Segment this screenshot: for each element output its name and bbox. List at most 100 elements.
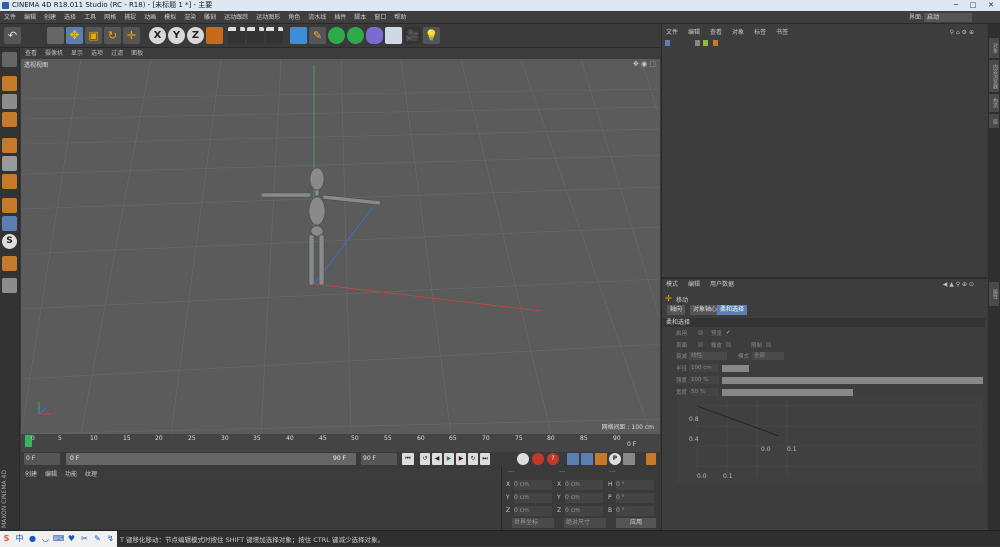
menu-snap[interactable]: 捕捉: [120, 11, 140, 24]
key-param-icon[interactable]: P: [609, 453, 621, 465]
menu-simulate[interactable]: 模拟: [160, 11, 180, 24]
ime-keyboard-icon[interactable]: ⌨: [52, 531, 65, 547]
make-editable-icon[interactable]: [2, 52, 17, 67]
start-frame-field[interactable]: 0 F: [66, 453, 356, 465]
tab-structure[interactable]: 构造: [989, 94, 999, 112]
viewport-menu-camera[interactable]: 摄像机: [41, 48, 67, 59]
strength-slider[interactable]: [722, 377, 983, 384]
tab-layers[interactable]: 层: [989, 114, 999, 128]
ime-chinese-icon[interactable]: 中: [13, 531, 26, 547]
deformer-icon[interactable]: [366, 27, 383, 44]
points-mode-icon[interactable]: [2, 138, 17, 153]
close-icon[interactable]: ✕: [983, 1, 999, 10]
menu-mograph[interactable]: 运动图形: [252, 11, 284, 24]
tab-content-browser[interactable]: 内容浏览器: [989, 60, 999, 92]
menu-plugins[interactable]: 插件: [330, 11, 350, 24]
restrict-checkbox[interactable]: [766, 342, 771, 347]
go-to-end-icon[interactable]: ⏭: [480, 453, 490, 465]
lock-workplane-icon[interactable]: [2, 256, 17, 271]
workplane-icon[interactable]: [2, 112, 17, 127]
ime-settings-icon[interactable]: ↯: [104, 531, 117, 547]
polygons-mode-icon[interactable]: [2, 174, 17, 189]
menu-mesh[interactable]: 网格: [100, 11, 120, 24]
ime-skin-icon[interactable]: ♥: [65, 531, 78, 547]
planar-workplane-icon[interactable]: [2, 278, 17, 293]
scale-icon[interactable]: ▣: [85, 27, 102, 44]
rubber-checkbox[interactable]: [726, 342, 731, 347]
menu-create[interactable]: 创建: [40, 11, 60, 24]
viewport-menu-view[interactable]: 查看: [21, 48, 41, 59]
mode-select[interactable]: 全部: [752, 352, 784, 360]
apply-button[interactable]: 应用: [616, 518, 656, 528]
menu-help[interactable]: 帮助: [390, 11, 410, 24]
width-field[interactable]: 50 %: [689, 388, 719, 396]
render-view-icon[interactable]: [228, 27, 245, 44]
play-icon[interactable]: ▶: [444, 453, 454, 465]
size-x-field[interactable]: 0 cm: [565, 480, 603, 490]
ime-tools-icon[interactable]: ✂: [78, 531, 91, 547]
menu-sculpt[interactable]: 雕刻: [200, 11, 220, 24]
attr-menu-mode[interactable]: 模式: [661, 279, 683, 290]
menu-motion-tracker[interactable]: 运动跟踪: [220, 11, 252, 24]
size-mode-select[interactable]: 绝对尺寸: [564, 518, 606, 528]
key-pla-icon[interactable]: [623, 453, 635, 465]
prev-key-icon[interactable]: ↺: [420, 453, 430, 465]
prev-frame-icon[interactable]: ◀: [432, 453, 442, 465]
material-menu-texture[interactable]: 纹理: [81, 469, 101, 480]
radius-slider[interactable]: [722, 365, 749, 372]
key-rotation-icon[interactable]: [595, 453, 607, 465]
falloff-graph[interactable]: 0.8 0.4 0.0 0.1 0.0 0.1: [677, 396, 983, 484]
world-coords-select[interactable]: 世界坐标: [512, 518, 554, 528]
x-axis-icon[interactable]: X: [149, 27, 166, 44]
attr-menu-edit[interactable]: 编辑: [683, 279, 705, 290]
ime-toolbar[interactable]: S 中 ● ◡ ⌨ ♥ ✂ ✎ ↯: [0, 531, 117, 547]
select-arrow-icon[interactable]: [47, 27, 64, 44]
tweak-icon[interactable]: [2, 216, 17, 231]
record-keyframe-icon[interactable]: [517, 453, 529, 465]
objects-search-icon[interactable]: ⚲ ⌂ ⚙ ⊕: [945, 27, 979, 38]
width-slider[interactable]: [722, 389, 853, 396]
edges-mode-icon[interactable]: [2, 156, 17, 171]
surface-checkbox[interactable]: [698, 342, 703, 347]
ime-emoji-icon[interactable]: ◡: [39, 531, 52, 547]
rotate-icon[interactable]: ↻: [104, 27, 121, 44]
preview-checkbox[interactable]: ✓: [726, 329, 731, 337]
objects-menu-bookmarks[interactable]: 书签: [771, 27, 793, 38]
menu-edit[interactable]: 编辑: [20, 11, 40, 24]
maximize-icon[interactable]: □: [965, 1, 981, 10]
ime-write-icon[interactable]: ✎: [91, 531, 104, 547]
rotation-h-field[interactable]: 0 °: [616, 480, 654, 490]
position-y-field[interactable]: 0 cm: [514, 493, 552, 503]
object-filter-icon[interactable]: [665, 40, 670, 46]
minimize-icon[interactable]: ─: [948, 1, 964, 10]
tab-axis[interactable]: 轴向: [667, 305, 686, 315]
subdivision-icon[interactable]: [328, 27, 345, 44]
edit-render-settings-icon[interactable]: [266, 27, 283, 44]
menu-render[interactable]: 渲染: [180, 11, 200, 24]
objects-menu-file[interactable]: 文件: [661, 27, 683, 38]
y-axis-icon[interactable]: Y: [168, 27, 185, 44]
move-icon[interactable]: ✥: [66, 27, 83, 44]
array-icon[interactable]: [347, 27, 364, 44]
tag-filter-icon[interactable]: [713, 40, 718, 46]
size-z-field[interactable]: 0 cm: [565, 506, 603, 516]
menu-select[interactable]: 选择: [60, 11, 80, 24]
menu-window[interactable]: 窗口: [370, 11, 390, 24]
menu-pipeline[interactable]: 流水线: [304, 11, 330, 24]
visibility-filter-icon[interactable]: [695, 40, 700, 46]
light-icon[interactable]: 💡: [423, 27, 440, 44]
max-frame-field[interactable]: 90 F: [361, 453, 397, 465]
material-menu-edit[interactable]: 编辑: [41, 469, 61, 480]
objects-menu-edit[interactable]: 编辑: [683, 27, 705, 38]
auto-key-icon[interactable]: [532, 453, 544, 465]
check-filter-icon[interactable]: [703, 40, 708, 46]
enable-checkbox[interactable]: [698, 330, 703, 335]
menu-animate[interactable]: 动画: [140, 11, 160, 24]
viewport-menu-filter[interactable]: 过滤: [107, 48, 127, 59]
size-y-field[interactable]: 0 cm: [565, 493, 603, 503]
perspective-viewport[interactable]: 透视视图 网格间距 : 100 cm ✥ ◉ ⬚: [21, 59, 660, 434]
coordinate-system-icon[interactable]: [206, 27, 223, 44]
enable-axis-icon[interactable]: [2, 198, 17, 213]
objects-menu-objects[interactable]: 对象: [727, 27, 749, 38]
material-menu-function[interactable]: 功能: [61, 469, 81, 480]
